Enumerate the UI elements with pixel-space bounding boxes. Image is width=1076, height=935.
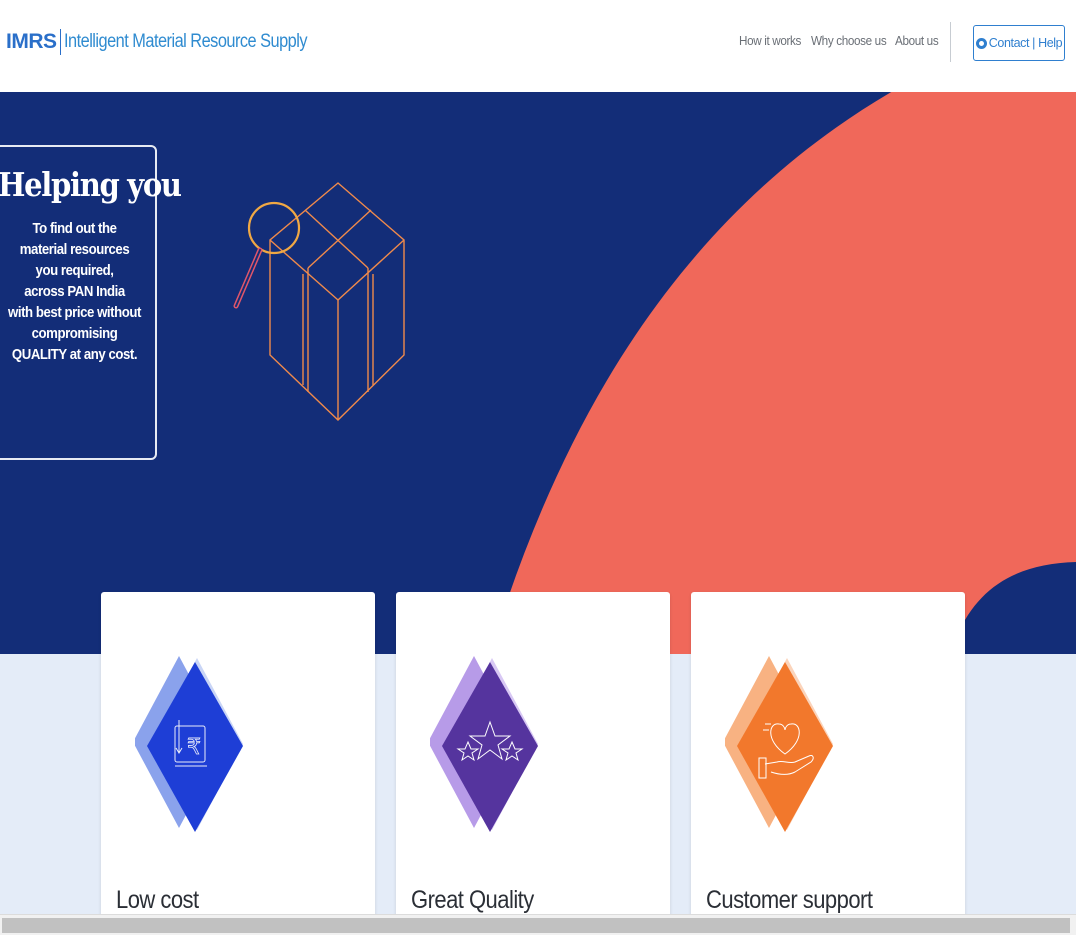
helping-line: material resources — [19, 241, 130, 258]
helping-text: To find out the material resources you r… — [0, 218, 155, 365]
feature-card-great-quality[interactable]: Great Quality — [396, 592, 670, 922]
heart-hand-icon — [725, 656, 833, 832]
brand-short-name: IMRS — [6, 30, 57, 53]
helping-you-box: Helping you To find out the material res… — [0, 145, 182, 460]
helping-line: compromising — [31, 325, 118, 342]
helping-line: QUALITY at any cost. — [11, 346, 138, 363]
helping-title: Helping you — [0, 165, 182, 204]
stars-icon — [430, 656, 538, 832]
magnifier-icon — [233, 201, 301, 309]
card-title: Great Quality — [411, 886, 534, 914]
scrollbar-thumb[interactable] — [2, 918, 1070, 933]
helping-line: with best price without — [8, 304, 141, 321]
card-title: Customer support — [706, 886, 873, 914]
helping-line: you required, — [35, 262, 114, 279]
nav-divider — [950, 22, 951, 62]
nav-why-choose-us[interactable]: Why choose us — [811, 33, 887, 48]
svg-text:₹: ₹ — [187, 735, 201, 760]
nav-how-it-works[interactable]: How it works — [739, 33, 801, 48]
feature-card-low-cost[interactable]: ₹ Low cost — [101, 592, 375, 922]
box-search-illustration — [233, 182, 405, 421]
coral-arc-shape — [490, 92, 1076, 654]
brand-full-name: Intelligent Material Resource Supply — [63, 31, 308, 52]
contact-help-button[interactable]: Contact | Help — [973, 25, 1065, 61]
helping-line: To find out the — [32, 220, 117, 237]
brand-logo[interactable]: IMRS Intelligent Material Resource Suppl… — [6, 29, 346, 55]
nav-about-us[interactable]: About us — [895, 33, 939, 48]
horizontal-scrollbar[interactable] — [0, 914, 1076, 935]
card-title: Low cost — [116, 886, 199, 914]
box-outline — [269, 182, 405, 421]
helping-line: across PAN India — [24, 283, 125, 300]
contact-help-label: Contact | Help — [988, 36, 1063, 50]
feature-card-customer-support[interactable]: Customer support — [691, 592, 965, 922]
brand-separator — [59, 29, 61, 55]
page: IMRS Intelligent Material Resource Suppl… — [0, 0, 1076, 935]
top-header: IMRS Intelligent Material Resource Suppl… — [0, 0, 1076, 92]
support-icon — [975, 37, 987, 49]
rupee-price-down-icon: ₹ — [135, 656, 243, 832]
